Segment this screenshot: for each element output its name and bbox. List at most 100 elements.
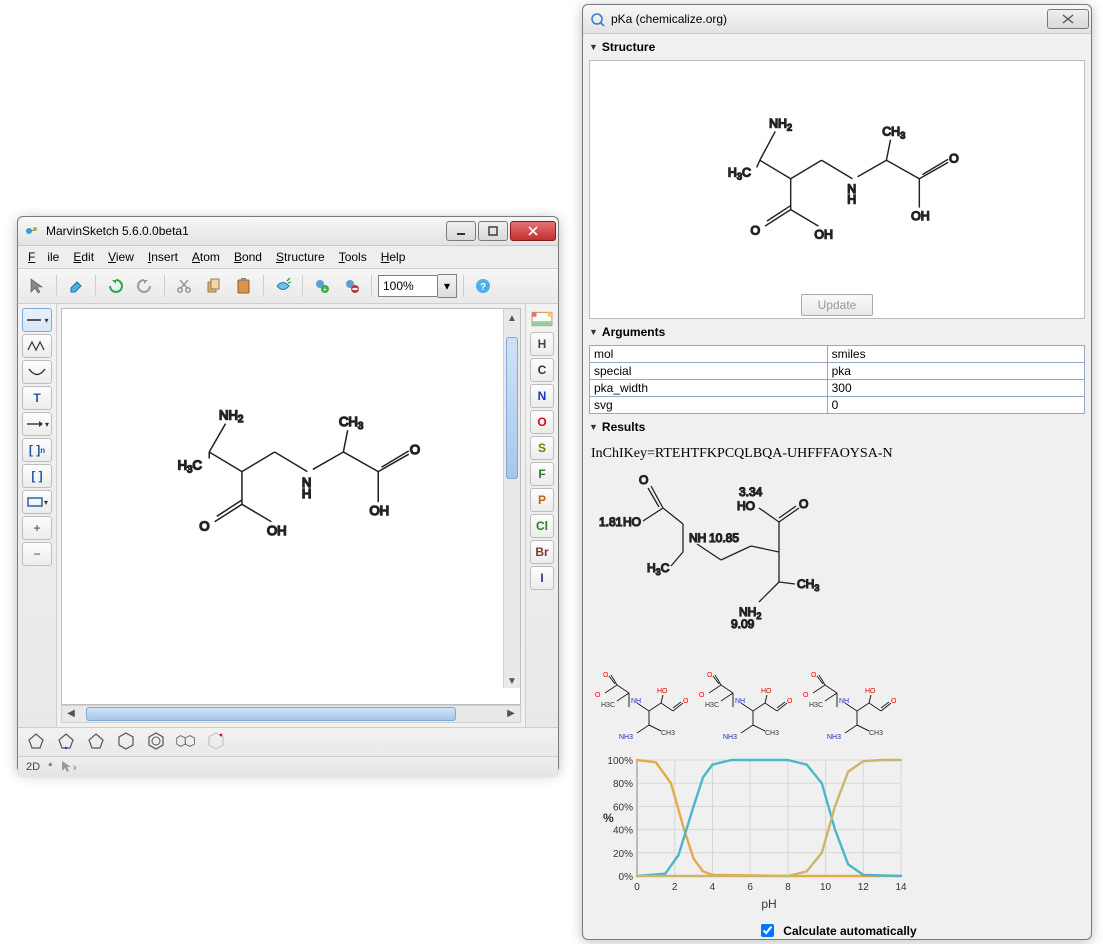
svg-text:HO: HO xyxy=(737,499,755,513)
svg-text:HO: HO xyxy=(623,515,641,529)
marvin-atom-toolbar: HCNOSFPClBrI xyxy=(525,304,558,727)
atom-f-button[interactable]: F xyxy=(530,462,554,486)
arg-row[interactable]: pka_width300 xyxy=(590,380,1085,397)
svg-text:CH3: CH3 xyxy=(661,730,675,737)
section-structure-header[interactable]: Structure xyxy=(589,38,1085,56)
tmpl-benzene-icon[interactable] xyxy=(146,731,166,754)
arg-val: 0 xyxy=(827,397,1084,414)
template-bar xyxy=(18,727,558,756)
canvas-hscroll[interactable]: ◀▶ xyxy=(61,705,521,723)
marvin-canvas[interactable]: NH2 H3C N H CH3 xyxy=(61,308,521,705)
charge-plus-tool[interactable]: + xyxy=(22,516,52,540)
chain-tool[interactable] xyxy=(22,334,52,358)
svg-text:NH: NH xyxy=(839,698,849,705)
close-button[interactable] xyxy=(510,221,556,241)
atom-o-button[interactable]: O xyxy=(530,410,554,434)
atom-c-button[interactable]: C xyxy=(530,358,554,382)
marvin-titlebar[interactable]: MarvinSketch 5.6.0.0beta1 xyxy=(18,217,558,246)
tmpl-cyclohexane-icon[interactable] xyxy=(116,731,136,754)
atom-p-button[interactable]: P xyxy=(530,488,554,512)
tmpl-radical-icon[interactable] xyxy=(206,731,226,754)
pka-close-button[interactable] xyxy=(1047,9,1089,29)
bracket-tool[interactable]: [ ] xyxy=(22,464,52,488)
svg-text:80%: 80% xyxy=(613,780,633,791)
auto-calc-checkbox[interactable] xyxy=(761,924,774,937)
marvin-app-icon xyxy=(24,223,40,239)
menu-structure[interactable]: Structure xyxy=(270,249,331,265)
paste-icon[interactable] xyxy=(231,273,257,299)
svg-text:O: O xyxy=(799,497,808,511)
svg-text:H3C: H3C xyxy=(705,702,719,709)
menu-view[interactable]: View xyxy=(102,249,140,265)
atom-i-button[interactable]: I xyxy=(530,566,554,590)
svg-text:OH: OH xyxy=(370,503,390,518)
arg-row[interactable]: molsmiles xyxy=(590,346,1085,363)
arg-row[interactable]: specialpka xyxy=(590,363,1085,380)
section-results-header[interactable]: Results xyxy=(589,418,1085,436)
help-icon[interactable]: ? xyxy=(470,273,496,299)
arg-row[interactable]: svg0 xyxy=(590,397,1085,414)
status-cursor-icon: x xyxy=(60,759,76,776)
rect-tool[interactable]: ▾ xyxy=(22,490,52,514)
bracket-n-tool[interactable]: [ ]n xyxy=(22,438,52,462)
svg-text:0%: 0% xyxy=(619,872,634,883)
results-molecule: 1.81 HO O 3.34 HO O NH 10.85 xyxy=(591,468,911,668)
svg-text:O: O xyxy=(751,223,761,237)
svg-text:HO: HO xyxy=(761,688,772,695)
tmpl-pentagon-icon[interactable] xyxy=(86,731,106,754)
svg-text:NH: NH xyxy=(735,698,745,705)
svg-text:6: 6 xyxy=(747,882,753,893)
select-tool-icon[interactable] xyxy=(24,273,50,299)
copy-icon[interactable] xyxy=(201,273,227,299)
svg-text:HO: HO xyxy=(657,688,668,695)
menu-edit[interactable]: Edit xyxy=(67,249,100,265)
arrow-tool[interactable]: ▾ xyxy=(22,412,52,436)
svg-text:O: O xyxy=(787,698,793,705)
menu-help[interactable]: Help xyxy=(375,249,412,265)
svg-text:H3C: H3C xyxy=(809,702,823,709)
canvas-vscroll[interactable]: ▲▼ xyxy=(503,309,520,688)
svg-text:H3C: H3C xyxy=(647,561,670,577)
svg-text:O: O xyxy=(949,151,959,165)
bond-single-tool[interactable]: ▾ xyxy=(22,308,52,332)
svg-text:O: O xyxy=(683,698,689,705)
text-tool[interactable]: T xyxy=(22,386,52,410)
add-atom-icon[interactable]: + xyxy=(309,273,335,299)
zoom-dropdown[interactable]: ▾ xyxy=(438,274,457,298)
arc-tool[interactable] xyxy=(22,360,52,384)
svg-text:H: H xyxy=(302,486,311,501)
tmpl-cyclopentane-icon[interactable] xyxy=(26,731,46,754)
structure-panel: NH2 H3C NH CH3 O xyxy=(589,60,1085,319)
tmpl-pyrrole-icon[interactable] xyxy=(56,731,76,754)
menu-atom[interactable]: Atom xyxy=(186,249,226,265)
svg-text:x: x xyxy=(73,763,76,772)
maximize-button[interactable] xyxy=(478,221,508,241)
cut-icon[interactable] xyxy=(171,273,197,299)
svg-text:CH3: CH3 xyxy=(797,577,819,593)
zoom-input[interactable] xyxy=(378,275,438,297)
atom-s-button[interactable]: S xyxy=(530,436,554,460)
update-button[interactable]: Update xyxy=(801,294,874,316)
svg-text:O: O xyxy=(199,518,209,533)
menu-tools[interactable]: Tools xyxy=(333,249,373,265)
atom-cl-button[interactable]: Cl xyxy=(530,514,554,538)
molecule-main: NH2 H3C N H CH3 xyxy=(62,309,520,704)
remove-atom-icon[interactable] xyxy=(339,273,365,299)
periodic-table-icon[interactable] xyxy=(531,308,553,330)
atom-h-button[interactable]: H xyxy=(530,332,554,356)
menu-file[interactable]: File xyxy=(22,249,65,265)
section-arguments-header[interactable]: Arguments xyxy=(589,323,1085,341)
redo-icon[interactable] xyxy=(132,273,158,299)
erase-icon[interactable] xyxy=(63,273,89,299)
undo-icon[interactable] xyxy=(102,273,128,299)
tmpl-naphthalene-icon[interactable] xyxy=(176,731,196,754)
menu-bond[interactable]: Bond xyxy=(228,249,268,265)
atom-n-button[interactable]: N xyxy=(530,384,554,408)
menu-insert[interactable]: Insert xyxy=(142,249,184,265)
minimize-button[interactable] xyxy=(446,221,476,241)
arg-key: svg xyxy=(590,397,828,414)
pka-titlebar[interactable]: pKa (chemicalize.org) xyxy=(583,5,1091,34)
charge-minus-tool[interactable]: − xyxy=(22,542,52,566)
clean-icon[interactable] xyxy=(270,273,296,299)
atom-br-button[interactable]: Br xyxy=(530,540,554,564)
